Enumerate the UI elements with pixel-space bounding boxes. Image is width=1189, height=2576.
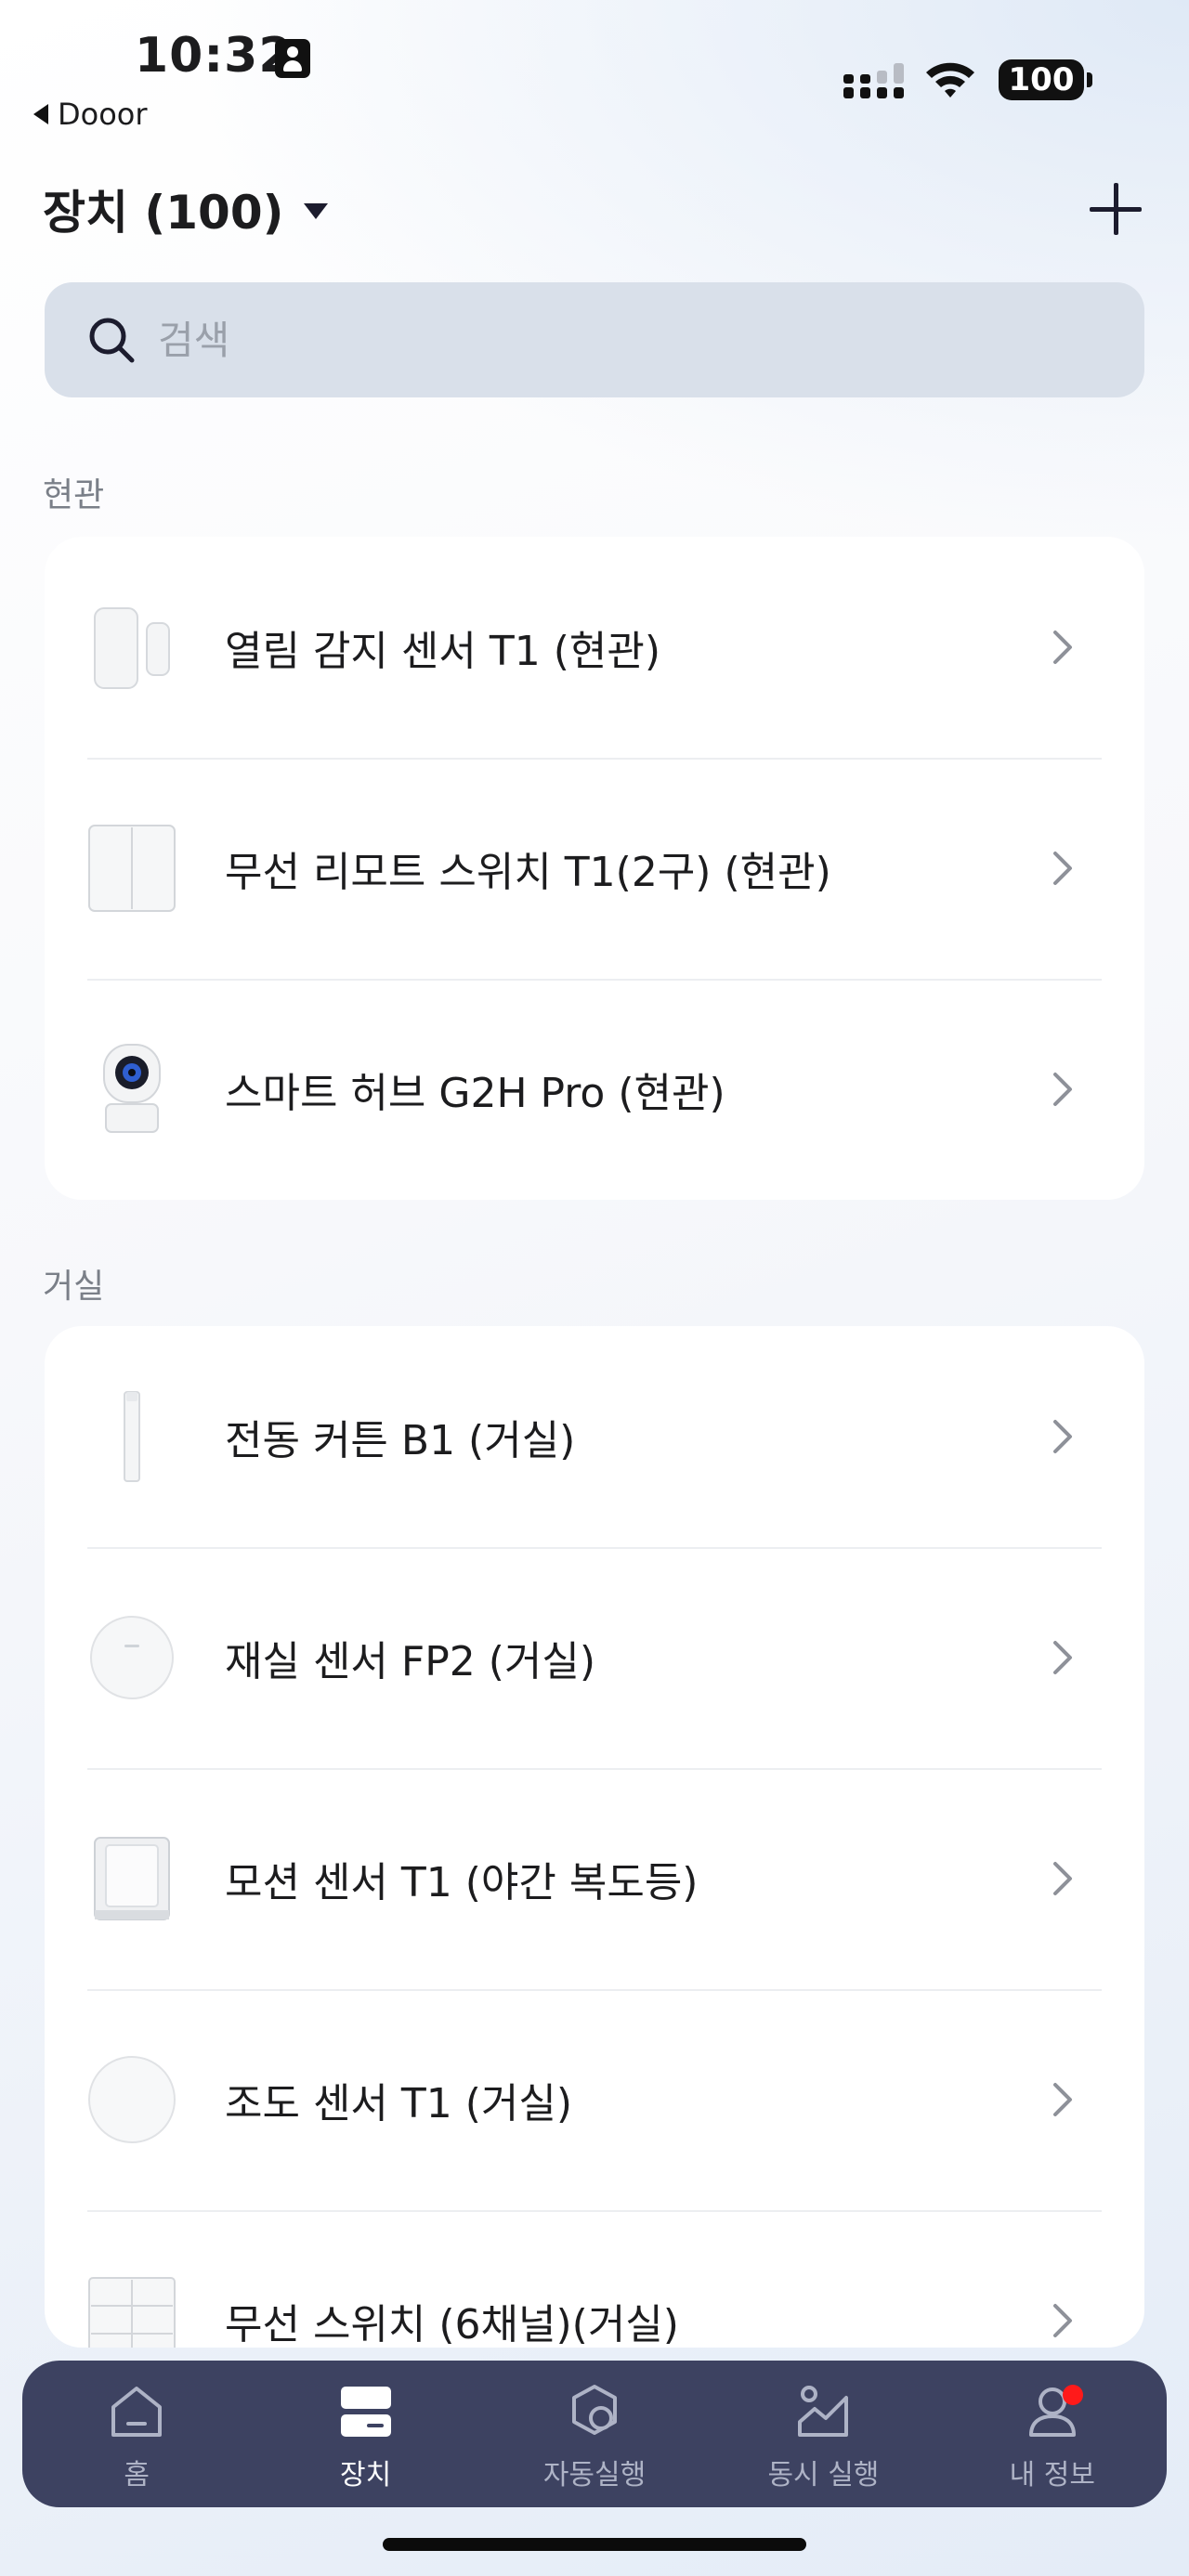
device-card-entrance: 열림 감지 센서 T1 (현관) 무선 리모트 스위치 T1(2구) (현관) … xyxy=(45,537,1144,1200)
device-row[interactable]: 스마트 허브 G2H Pro (현관) xyxy=(45,979,1144,1200)
chevron-right-icon xyxy=(1053,2083,1072,2116)
device-name: 재실 센서 FP2 (거실) xyxy=(225,1638,596,1685)
search-bar[interactable] xyxy=(45,282,1144,397)
curtain-motor-icon xyxy=(124,1391,140,1482)
tab-automation[interactable]: 자동실행 xyxy=(480,2361,709,2507)
chevron-right-icon xyxy=(1053,1862,1072,1895)
tab-scenes[interactable]: 동시 실행 xyxy=(709,2361,937,2507)
device-row[interactable]: 열림 감지 센서 T1 (현관) xyxy=(45,537,1144,758)
bottom-tab-bar: 홈 장치 자동실행 동시 실행 내 정보 xyxy=(22,2361,1167,2507)
search-input[interactable] xyxy=(158,317,994,363)
caret-down-icon xyxy=(304,202,329,219)
cellular-signal-icon xyxy=(843,63,904,98)
home-icon xyxy=(111,2387,163,2437)
device-filter-dropdown[interactable]: 장치 (100) xyxy=(43,175,1146,243)
notification-badge xyxy=(1063,2385,1084,2405)
tab-profile[interactable]: 내 정보 xyxy=(938,2361,1167,2507)
add-device-button[interactable] xyxy=(1085,178,1146,240)
status-bar: 10:32 Dooor 100 xyxy=(0,0,1189,139)
wall-switch-icon xyxy=(88,825,176,912)
device-name: 스마트 허브 G2H Pro (현관) xyxy=(225,1070,725,1117)
camera-hub-icon xyxy=(103,1044,161,1133)
device-row[interactable]: 모션 센서 T1 (야간 복도등) xyxy=(45,1768,1144,1989)
back-app-label: Dooor xyxy=(58,97,148,132)
device-name: 모션 센서 T1 (야간 복도등) xyxy=(225,1859,699,1906)
device-name: 열림 감지 센서 T1 (현관) xyxy=(225,628,660,675)
search-icon xyxy=(89,318,135,363)
light-sensor-icon xyxy=(88,2056,176,2143)
device-name: 전동 커튼 B1 (거실) xyxy=(225,1417,576,1464)
wifi-icon xyxy=(926,62,974,98)
chevron-right-icon xyxy=(1053,1420,1072,1453)
contact-card-icon xyxy=(275,39,310,78)
device-name: 조도 센서 T1 (거실) xyxy=(225,2080,573,2127)
six-gang-switch-icon xyxy=(88,2277,176,2348)
page-header: 장치 (100) xyxy=(43,175,1146,243)
chevron-right-icon xyxy=(1053,852,1072,885)
device-card-living-room: 전동 커튼 B1 (거실) 재실 센서 FP2 (거실) 모션 센서 T1 (야… xyxy=(45,1326,1144,2348)
device-row[interactable]: 전동 커튼 B1 (거실) xyxy=(45,1326,1144,1547)
motion-sensor-icon xyxy=(94,1837,170,1920)
device-name: 무선 스위치 (6채널)(거실) xyxy=(225,2301,679,2348)
tab-label: 내 정보 xyxy=(1009,2459,1095,2491)
home-indicator[interactable] xyxy=(383,2538,806,2551)
scene-icon xyxy=(798,2386,849,2437)
devices-icon xyxy=(340,2387,391,2437)
presence-sensor-icon xyxy=(90,1616,174,1699)
status-time: 10:32 xyxy=(135,28,294,84)
back-to-app-link[interactable]: Dooor xyxy=(33,97,148,132)
page-title: 장치 (100) xyxy=(43,186,284,240)
device-row[interactable]: 무선 리모트 스위치 T1(2구) (현관) xyxy=(45,758,1144,979)
device-row[interactable]: 무선 스위치 (6채널)(거실) xyxy=(45,2210,1144,2348)
device-row[interactable]: 재실 센서 FP2 (거실) xyxy=(45,1547,1144,1768)
back-arrow-icon xyxy=(33,104,48,124)
tab-label: 동시 실행 xyxy=(767,2459,880,2491)
tab-devices[interactable]: 장치 xyxy=(251,2361,479,2507)
battery-indicator: 100 xyxy=(999,59,1092,100)
section-label-living-room: 거실 xyxy=(43,1268,105,1306)
automation-icon xyxy=(572,2385,618,2435)
device-name: 무선 리모트 스위치 T1(2구) (현관) xyxy=(225,849,831,896)
chevron-right-icon xyxy=(1053,2304,1072,2337)
tab-home[interactable]: 홈 xyxy=(22,2361,251,2507)
section-label-entrance: 현관 xyxy=(43,476,105,514)
chevron-right-icon xyxy=(1053,1073,1072,1106)
device-row[interactable]: 조도 센서 T1 (거실) xyxy=(45,1989,1144,2210)
tab-label: 홈 xyxy=(124,2459,150,2491)
door-sensor-icon xyxy=(94,607,170,689)
chevron-right-icon xyxy=(1053,631,1072,664)
tab-label: 장치 xyxy=(340,2459,392,2491)
tab-label: 자동실행 xyxy=(542,2459,647,2491)
chevron-right-icon xyxy=(1053,1641,1072,1674)
